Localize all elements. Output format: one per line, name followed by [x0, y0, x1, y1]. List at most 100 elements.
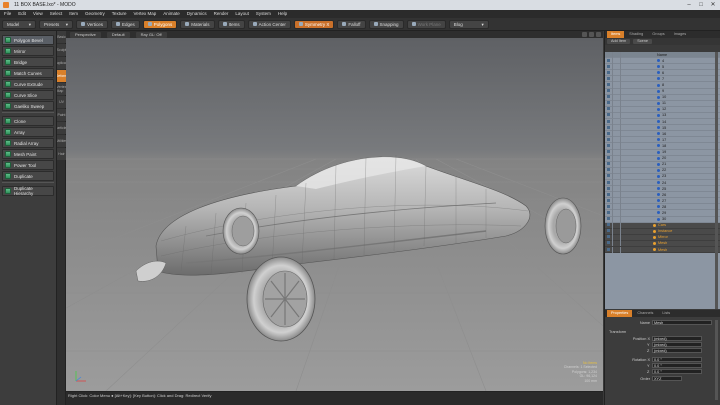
menu-vertex-map[interactable]: Vertex Map	[134, 10, 157, 18]
properties-scrollbar[interactable]	[715, 320, 718, 400]
items-mode-button[interactable]: Items	[217, 19, 245, 29]
menu-dynamics[interactable]: Dynamics	[187, 10, 207, 18]
position-y-field[interactable]: (mixed)	[652, 342, 702, 347]
list-item[interactable]: Mesh	[605, 246, 720, 254]
menu-view[interactable]: View	[33, 10, 43, 18]
tab-uv[interactable]: UV	[57, 96, 66, 108]
tab-items[interactable]: Items	[607, 31, 625, 38]
visibility-toggle[interactable]	[607, 150, 610, 154]
visibility-toggle[interactable]	[607, 210, 610, 214]
visibility-toggle[interactable]	[607, 107, 610, 111]
visibility-toggle[interactable]	[607, 64, 610, 68]
visibility-toggle[interactable]	[607, 89, 610, 93]
visibility-toggle[interactable]	[607, 174, 610, 178]
materials-mode-button[interactable]: Materials	[180, 19, 215, 29]
visibility-toggle[interactable]	[607, 180, 610, 184]
tool-gaeliko-sweep[interactable]: Gaeliko Sweep	[2, 101, 54, 111]
visibility-toggle[interactable]	[607, 125, 610, 129]
tool-bridge[interactable]: Bridge	[2, 57, 54, 67]
rotation-z-field[interactable]: 0.0 °	[652, 369, 702, 374]
polygons-mode-button[interactable]: Polygons	[142, 19, 178, 29]
snapping-button[interactable]: Snapping	[368, 19, 404, 29]
action-center-button[interactable]: Action Center	[247, 19, 291, 29]
symmetry-button[interactable]: Symmetry X	[293, 19, 335, 29]
rotation-order-dropdown[interactable]: XYZ	[652, 376, 682, 381]
add-item-button[interactable]: Add Item	[607, 39, 631, 44]
outliner-scrollbar[interactable]	[715, 52, 718, 309]
position-x-field[interactable]: (mixed)	[652, 336, 702, 341]
visibility-toggle[interactable]	[607, 204, 610, 208]
visibility-toggle[interactable]	[607, 198, 610, 202]
tab-basic[interactable]: Basic	[57, 31, 66, 43]
visibility-toggle[interactable]	[607, 137, 610, 141]
tab-groups[interactable]: Groups	[648, 31, 668, 38]
viewport-header-item-0[interactable]: Perspective	[70, 31, 101, 38]
tab-paint[interactable]: Paint	[57, 109, 66, 121]
position-z-field[interactable]: (mixed)	[652, 348, 702, 353]
vertices-mode-button[interactable]: Vertices	[76, 19, 109, 29]
menu-item[interactable]: Item	[69, 10, 78, 18]
viewport-canvas[interactable]	[66, 31, 603, 391]
menu-help[interactable]: Help	[278, 10, 287, 18]
tab-channels[interactable]: Channels	[633, 310, 657, 317]
tab-lists[interactable]: Lists	[658, 310, 674, 317]
presets-button[interactable]: Presets ▾	[39, 19, 73, 29]
visibility-toggle[interactable]	[607, 168, 610, 172]
rotation-y-field[interactable]: 0.0 °	[652, 363, 702, 368]
viewport-maximize-icon[interactable]	[582, 32, 587, 37]
tool-curve-extrude[interactable]: Curve Extrude	[2, 79, 54, 89]
visibility-toggle[interactable]	[607, 192, 610, 196]
visibility-toggle[interactable]	[607, 143, 610, 147]
tab-sculpt[interactable]: Sculpt	[57, 44, 66, 56]
layout-dropdown[interactable]: Model ▾	[2, 19, 36, 29]
visibility-toggle[interactable]	[607, 229, 610, 233]
tool-mirror[interactable]: Mirror	[2, 46, 54, 56]
menu-system[interactable]: System	[256, 10, 271, 18]
menu-geometry[interactable]: Geometry	[85, 10, 105, 18]
visibility-toggle[interactable]	[607, 156, 610, 160]
visibility-toggle[interactable]	[607, 58, 610, 62]
maximize-icon[interactable]: □	[696, 1, 706, 9]
viewport-options-icon[interactable]	[589, 32, 594, 37]
visibility-toggle[interactable]	[607, 235, 610, 239]
rotation-x-field[interactable]: 0.0 °	[652, 357, 702, 362]
item-outliner[interactable]: Name 4 5 6 7 8 9 10 11 12 13 14 15 16 17 18 19 20 21 22 23 2…	[605, 52, 720, 309]
tab-utilities[interactable]: Utilities	[57, 135, 66, 147]
tool-curve-slice[interactable]: Curve Slice	[2, 90, 54, 100]
tab-duplicate[interactable]: Duplicate	[57, 57, 66, 69]
tool-array[interactable]: Array	[2, 127, 54, 137]
tool-power-tool[interactable]: Power Tool	[2, 160, 54, 170]
visibility-toggle[interactable]	[607, 95, 610, 99]
work-plane-button[interactable]: Work Plane	[406, 19, 446, 29]
item-name-field[interactable]: Mesh	[652, 320, 712, 325]
falloff-button[interactable]: Falloff	[337, 19, 366, 29]
tab-properties[interactable]: Properties	[607, 310, 633, 317]
visibility-toggle[interactable]	[607, 247, 610, 251]
visibility-toggle[interactable]	[607, 131, 610, 135]
menu-texture[interactable]: Texture	[112, 10, 127, 18]
menu-render[interactable]: Render	[214, 10, 229, 18]
tool-duplicate[interactable]: Duplicate	[2, 171, 54, 181]
tool-polygon-bevel[interactable]: Polygon Bevel	[2, 35, 54, 45]
visibility-toggle[interactable]	[607, 83, 610, 87]
tab-hair[interactable]: Hair	[57, 148, 66, 160]
visibility-toggle[interactable]	[607, 223, 610, 227]
menu-select[interactable]: Select	[50, 10, 63, 18]
visibility-toggle[interactable]	[607, 101, 610, 105]
scene-dropdown[interactable]: Scene	[633, 39, 652, 44]
visibility-toggle[interactable]	[607, 241, 610, 245]
menu-edit[interactable]: Edit	[18, 10, 26, 18]
visibility-toggle[interactable]	[607, 70, 610, 74]
menu-layout[interactable]: Layout	[235, 10, 249, 18]
edges-mode-button[interactable]: Edges	[111, 19, 140, 29]
tool-clone[interactable]: Clone	[2, 116, 54, 126]
minimize-icon[interactable]: –	[684, 1, 694, 9]
tool-match-curves[interactable]: Match Curves	[2, 68, 54, 78]
visibility-toggle[interactable]	[607, 186, 610, 190]
tab-deform[interactable]: Deform	[57, 70, 66, 82]
visibility-toggle[interactable]	[607, 113, 610, 117]
visibility-toggle[interactable]	[607, 217, 610, 221]
tab-particles[interactable]: Particles	[57, 122, 66, 134]
tab-shading[interactable]: Shading	[625, 31, 647, 38]
3d-viewport[interactable]: Perspective Default Ray GL: Off No Items Ch…	[66, 31, 603, 391]
